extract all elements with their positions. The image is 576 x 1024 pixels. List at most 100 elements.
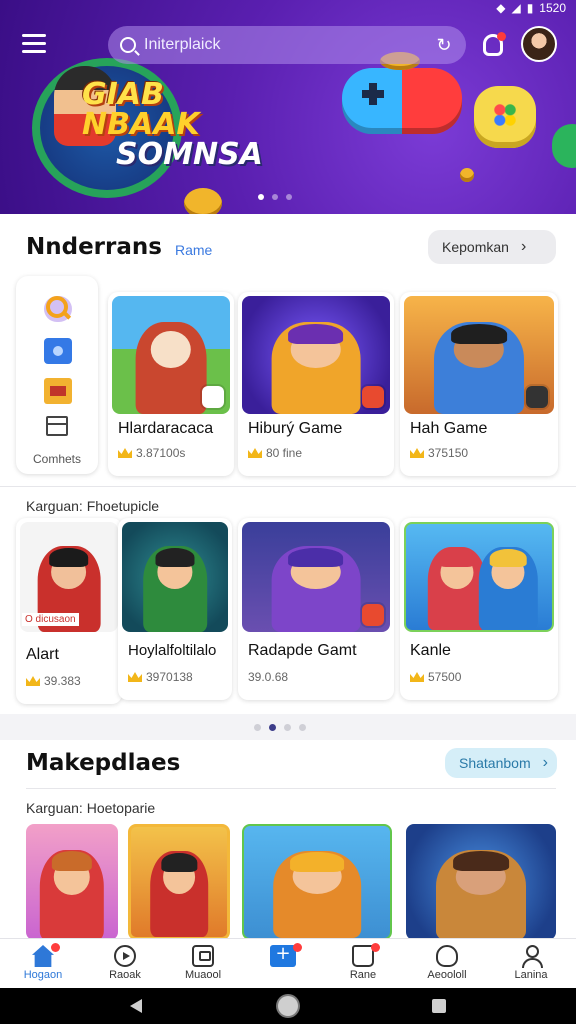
nav-item-store[interactable]: Rane [328, 943, 398, 987]
carousel-dot[interactable] [254, 724, 261, 731]
game-thumbnail [404, 296, 554, 414]
hero-pagination[interactable] [258, 194, 292, 200]
crown-icon [248, 448, 262, 458]
nav-label: Raoak [109, 969, 141, 981]
nav-item-profile[interactable]: Lanina [496, 943, 566, 987]
hero-dot[interactable] [258, 194, 264, 200]
carousel-dot[interactable] [299, 724, 306, 731]
avatar[interactable] [521, 26, 557, 62]
hero-dot[interactable] [286, 194, 292, 200]
hero-title-line-1: GIAB [82, 77, 164, 112]
character-art [271, 546, 361, 632]
marketplace-section: Makepdlaes Shatanbom › Karguan: Hoetopar… [0, 740, 576, 940]
game-rating-value: 3.87100s [136, 446, 186, 460]
game-card[interactable]: Hiburý Game 80 fine [238, 292, 394, 476]
game-card[interactable]: O dicusaon Alart 39.383 [16, 518, 122, 704]
carousel-dot[interactable] [269, 724, 276, 731]
nav-item-home[interactable]: Hogaon [8, 943, 78, 987]
nav-label: Muaool [184, 969, 222, 981]
divider [26, 788, 556, 789]
system-navigation-bar [0, 988, 576, 1024]
home-button-icon[interactable] [278, 996, 298, 1016]
character-art [436, 849, 526, 940]
hero-title-line-2: NBAAK [82, 107, 200, 142]
game-thumbnail [122, 522, 228, 632]
see-more-label: Kepomkan [442, 239, 509, 255]
hero-dot[interactable] [272, 194, 278, 200]
user-icon [520, 945, 543, 968]
game-name: Hoylalfoltilalo [128, 642, 217, 659]
market-thumbnail[interactable] [26, 824, 118, 940]
market-thumbnail[interactable] [128, 824, 230, 940]
game-thumbnail [242, 296, 390, 414]
game-card[interactable]: Radapde Gamt 39.0.68 [238, 518, 394, 700]
bottom-navigation: Hogaon Raoak Muaool Rane Aeoololl Lanina [0, 938, 576, 988]
hero-banner[interactable]: ◆ ◢ ▮ 1520 GIAB NBAAK SOMNSA ↻ [0, 0, 576, 214]
game-card[interactable]: Hoylalfoltilalo 3970138 [118, 518, 232, 700]
game-rating: 39.383 [26, 674, 81, 688]
character-art [39, 849, 105, 940]
carousel-pagination[interactable] [254, 724, 306, 731]
nav-label: Hogaon [23, 969, 63, 981]
row-label: Karguan: Hoetoparie [26, 800, 156, 816]
search-icon [120, 37, 136, 53]
section-link[interactable]: Rame [175, 242, 212, 258]
recent-apps-icon[interactable] [432, 999, 446, 1013]
character-art [150, 851, 208, 937]
store-icon[interactable] [44, 378, 72, 404]
menu-icon[interactable] [22, 34, 46, 54]
wallet-icon[interactable] [44, 338, 72, 364]
quick-panel-label: Comhets [32, 452, 82, 466]
nav-item-media[interactable]: Muaool [168, 943, 238, 987]
refresh-icon[interactable]: ↻ [434, 35, 454, 56]
game-rating-value: 39.383 [44, 674, 81, 688]
see-all-label: Shatanbom [459, 755, 531, 771]
game-badge-icon [362, 386, 384, 408]
game-card[interactable]: Hlardaracaca 3.87100s [108, 292, 234, 476]
see-more-button[interactable]: Kepomkan › [428, 230, 556, 264]
character-art [135, 321, 207, 414]
section-title: Makepdlaes [26, 750, 181, 776]
see-all-button[interactable]: Shatanbom › [445, 748, 557, 778]
game-card[interactable]: Kanle 57500 [400, 518, 558, 700]
market-thumbnail[interactable] [242, 824, 392, 940]
character-art [478, 547, 538, 630]
game-name: Hlardaracaca [118, 420, 214, 437]
search-input[interactable] [144, 36, 434, 54]
market-thumbnail[interactable] [406, 824, 556, 940]
character-art [434, 321, 524, 414]
carousel-dot[interactable] [284, 724, 291, 731]
chevron-right-icon: › [542, 754, 548, 771]
search-bar[interactable]: ↻ [108, 26, 466, 64]
character-art [143, 546, 207, 632]
nav-item-play[interactable]: Raoak [90, 943, 160, 987]
notification-dot [371, 943, 380, 952]
app-screen: ◆ ◢ ▮ 1520 GIAB NBAAK SOMNSA ↻ [0, 0, 576, 1024]
game-name: Alart [26, 646, 59, 663]
nav-item-games[interactable]: Aeoololl [412, 943, 482, 987]
game-name: Kanle [410, 642, 451, 659]
divider [0, 486, 576, 487]
layout-icon[interactable] [46, 416, 68, 436]
game-thumbnail: O dicusaon [20, 522, 118, 632]
wifi-icon: ◆ [496, 1, 506, 15]
game-rating: 3970138 [128, 670, 193, 684]
game-name: Hah Game [410, 420, 488, 437]
featured-section: Nnderrans Rame Kepomkan › Comhets Hlarda… [0, 214, 576, 714]
game-rating-value: 80 fine [266, 446, 303, 460]
game-name: Radapde Gamt [248, 642, 357, 659]
search-shortcut-icon[interactable] [44, 296, 72, 322]
game-rating-value: 57500 [428, 670, 462, 684]
nav-label: Aeoololl [427, 969, 467, 981]
notification-dot [293, 943, 302, 952]
back-icon[interactable] [130, 999, 142, 1013]
game-rating: 80 fine [248, 446, 302, 460]
game-badge-icon [202, 386, 224, 408]
hero-artwork: GIAB NBAAK SOMNSA [32, 58, 263, 208]
coin-art [460, 168, 474, 182]
chat-icon[interactable] [480, 32, 506, 58]
game-card[interactable]: Hah Game 375150 [400, 292, 558, 476]
notification-dot [51, 943, 60, 952]
nav-item-create[interactable] [248, 943, 318, 987]
game-thumbnail [112, 296, 230, 414]
